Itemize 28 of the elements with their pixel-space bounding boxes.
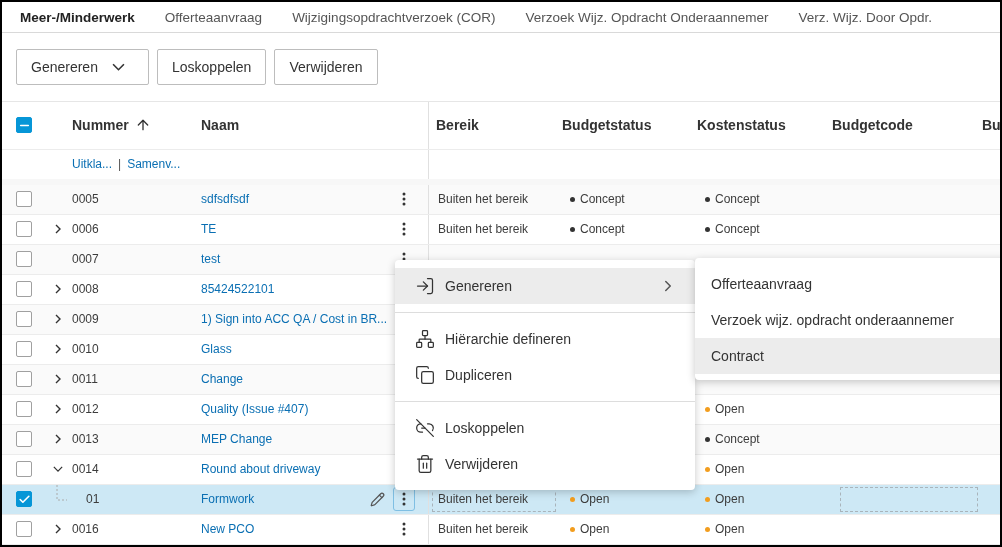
status-text: Concept	[580, 222, 625, 237]
number-text: 01	[86, 492, 100, 507]
scope-text: Buiten het bereik	[438, 192, 529, 207]
status-text: Concept	[715, 192, 760, 207]
status-text: Concept	[715, 222, 760, 237]
number-text: 0009	[72, 312, 99, 327]
scope-text: Buiten het bereik	[438, 222, 529, 237]
status-text: Open	[715, 462, 745, 477]
status-text: Open	[715, 522, 745, 537]
scope-text: Buiten het bereik	[438, 492, 529, 507]
number-text: 0013	[72, 432, 99, 447]
number-text: 0011	[72, 372, 98, 387]
number-text: 0014	[72, 462, 99, 477]
separator-text: |	[118, 157, 122, 172]
status-text: Concept	[715, 432, 760, 447]
number-text: 0006	[72, 222, 99, 237]
number-text: 0012	[72, 402, 99, 417]
number-text: 0007	[72, 252, 99, 267]
status-text: Open	[715, 402, 745, 417]
status-text: Open	[580, 492, 610, 507]
number-text: 0005	[72, 192, 99, 207]
number-text: 0010	[72, 342, 99, 357]
status-text: Concept	[580, 192, 625, 207]
status-text: Open	[715, 492, 745, 507]
number-text: 0008	[72, 282, 99, 297]
scope-text: Buiten het bereik	[438, 522, 529, 537]
number-text: 0016	[72, 522, 99, 537]
status-text: Open	[580, 522, 610, 537]
